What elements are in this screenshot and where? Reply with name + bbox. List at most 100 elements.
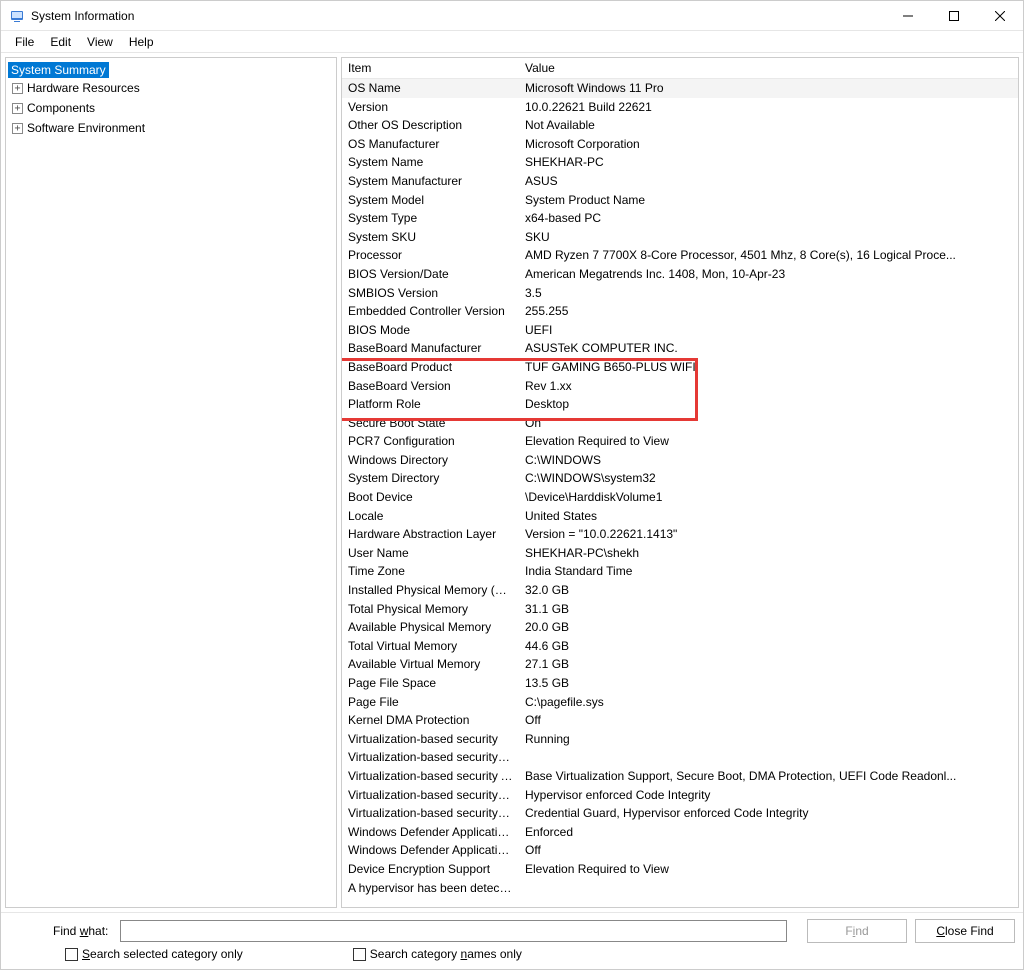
details-row[interactable]: Virtualization-based security Re... — [342, 748, 1018, 767]
tree-root-system-summary[interactable]: System Summary — [8, 62, 109, 78]
find-button[interactable]: Find — [807, 919, 907, 943]
tree-item-software-environment[interactable]: + Software Environment — [8, 118, 334, 138]
expander-icon[interactable]: + — [12, 123, 23, 134]
details-row[interactable]: Virtualization-based securityRunning — [342, 730, 1018, 749]
close-button[interactable] — [977, 1, 1023, 31]
details-row[interactable]: Device Encryption SupportElevation Requi… — [342, 860, 1018, 879]
details-row[interactable]: Embedded Controller Version255.255 — [342, 302, 1018, 321]
cell-value: \Device\HarddiskVolume1 — [519, 488, 1018, 507]
details-row[interactable]: ProcessorAMD Ryzen 7 7700X 8-Core Proces… — [342, 246, 1018, 265]
details-row[interactable]: System ManufacturerASUS — [342, 172, 1018, 191]
menu-file[interactable]: File — [7, 33, 42, 51]
cell-value: SHEKHAR-PC\shekh — [519, 544, 1018, 563]
details-row[interactable]: LocaleUnited States — [342, 507, 1018, 526]
cell-value: Elevation Required to View — [519, 860, 1018, 879]
details-row[interactable]: OS NameMicrosoft Windows 11 Pro — [342, 79, 1018, 98]
details-row[interactable]: Available Physical Memory20.0 GB — [342, 618, 1018, 637]
details-row[interactable]: Kernel DMA ProtectionOff — [342, 711, 1018, 730]
details-row[interactable]: BIOS Version/DateAmerican Megatrends Inc… — [342, 265, 1018, 284]
cell-value: 10.0.22621 Build 22621 — [519, 98, 1018, 117]
cell-item: Available Physical Memory — [342, 618, 519, 637]
cell-value: 3.5 — [519, 284, 1018, 303]
details-row[interactable]: OS ManufacturerMicrosoft Corporation — [342, 135, 1018, 154]
column-header-item[interactable]: Item — [342, 58, 519, 78]
details-row[interactable]: System ModelSystem Product Name — [342, 191, 1018, 210]
cell-item: Windows Defender Application... — [342, 841, 519, 860]
details-row[interactable]: Total Virtual Memory44.6 GB — [342, 637, 1018, 656]
cell-value: India Standard Time — [519, 562, 1018, 581]
details-row[interactable]: System DirectoryC:\WINDOWS\system32 — [342, 469, 1018, 488]
details-row[interactable]: A hypervisor has been detecte... — [342, 879, 1018, 898]
find-bar: Find what: Find Close Find Search select… — [1, 912, 1023, 969]
details-row[interactable]: Time ZoneIndia Standard Time — [342, 562, 1018, 581]
tree-item-hardware-resources[interactable]: + Hardware Resources — [8, 78, 334, 98]
details-row[interactable]: Platform RoleDesktop — [342, 395, 1018, 414]
cell-value: Credential Guard, Hypervisor enforced Co… — [519, 804, 1018, 823]
cell-value — [519, 879, 1018, 898]
details-row[interactable]: Page FileC:\pagefile.sys — [342, 693, 1018, 712]
details-row[interactable]: Windows Defender Application...Enforced — [342, 823, 1018, 842]
cell-item: Total Virtual Memory — [342, 637, 519, 656]
details-row[interactable]: Boot Device\Device\HarddiskVolume1 — [342, 488, 1018, 507]
checkbox-icon[interactable] — [65, 948, 78, 961]
details-pane: Item Value OS NameMicrosoft Windows 11 P… — [341, 57, 1019, 908]
cell-item: Version — [342, 98, 519, 117]
cell-item: Processor — [342, 246, 519, 265]
details-row[interactable]: Windows Defender Application...Off — [342, 841, 1018, 860]
details-row[interactable]: Virtualization-based security Av...Base … — [342, 767, 1018, 786]
cell-item: Windows Defender Application... — [342, 823, 519, 842]
cell-item: System Manufacturer — [342, 172, 519, 191]
details-row[interactable]: Windows DirectoryC:\WINDOWS — [342, 451, 1018, 470]
details-row[interactable]: System NameSHEKHAR-PC — [342, 153, 1018, 172]
cell-value: Off — [519, 841, 1018, 860]
details-row[interactable]: PCR7 ConfigurationElevation Required to … — [342, 432, 1018, 451]
cell-item: System Directory — [342, 469, 519, 488]
details-row[interactable]: Hardware Abstraction LayerVersion = "10.… — [342, 525, 1018, 544]
details-row[interactable]: Other OS DescriptionNot Available — [342, 116, 1018, 135]
cell-value: 13.5 GB — [519, 674, 1018, 693]
tree-item-label: Hardware Resources — [27, 79, 140, 97]
cell-value: American Megatrends Inc. 1408, Mon, 10-A… — [519, 265, 1018, 284]
minimize-button[interactable] — [885, 1, 931, 31]
expander-icon[interactable]: + — [12, 83, 23, 94]
category-tree-pane: System Summary + Hardware Resources + Co… — [5, 57, 337, 908]
details-row[interactable]: SMBIOS Version3.5 — [342, 284, 1018, 303]
details-row[interactable]: BIOS ModeUEFI — [342, 321, 1018, 340]
details-row[interactable]: Virtualization-based security Se...Crede… — [342, 804, 1018, 823]
checkbox-icon[interactable] — [353, 948, 366, 961]
cell-value: ASUS — [519, 172, 1018, 191]
cell-value: Not Available — [519, 116, 1018, 135]
column-header-value[interactable]: Value — [519, 58, 1018, 78]
cell-value: SHEKHAR-PC — [519, 153, 1018, 172]
details-row[interactable]: Available Virtual Memory27.1 GB — [342, 655, 1018, 674]
menu-help[interactable]: Help — [121, 33, 162, 51]
tree-item-components[interactable]: + Components — [8, 98, 334, 118]
close-find-button[interactable]: Close Find — [915, 919, 1015, 943]
menu-edit[interactable]: Edit — [42, 33, 79, 51]
cell-item: OS Name — [342, 79, 519, 98]
details-row[interactable]: Version10.0.22621 Build 22621 — [342, 98, 1018, 117]
expander-icon[interactable]: + — [12, 103, 23, 114]
cell-item: Other OS Description — [342, 116, 519, 135]
details-row[interactable]: Installed Physical Memory (RAM)32.0 GB — [342, 581, 1018, 600]
details-row[interactable]: BaseBoard ManufacturerASUSTeK COMPUTER I… — [342, 339, 1018, 358]
details-row[interactable]: User NameSHEKHAR-PC\shekh — [342, 544, 1018, 563]
menu-view[interactable]: View — [79, 33, 121, 51]
details-row[interactable]: Virtualization-based security Se...Hyper… — [342, 786, 1018, 805]
cell-value: Rev 1.xx — [519, 377, 1018, 396]
details-row[interactable]: BaseBoard ProductTUF GAMING B650-PLUS WI… — [342, 358, 1018, 377]
cell-value: Microsoft Windows 11 Pro — [519, 79, 1018, 98]
search-selected-category-checkbox[interactable]: Search selected category only — [65, 947, 243, 961]
details-row[interactable]: System SKUSKU — [342, 228, 1018, 247]
maximize-button[interactable] — [931, 1, 977, 31]
system-information-window: System Information File Edit View Help S… — [0, 0, 1024, 970]
details-row[interactable]: System Typex64-based PC — [342, 209, 1018, 228]
find-what-input[interactable] — [120, 920, 787, 942]
details-row[interactable]: Total Physical Memory31.1 GB — [342, 600, 1018, 619]
details-row[interactable]: BaseBoard VersionRev 1.xx — [342, 377, 1018, 396]
cell-item: Virtualization-based security Av... — [342, 767, 519, 786]
details-row[interactable]: Secure Boot StateOn — [342, 414, 1018, 433]
cell-value: 27.1 GB — [519, 655, 1018, 674]
details-row[interactable]: Page File Space13.5 GB — [342, 674, 1018, 693]
search-category-names-checkbox[interactable]: Search category names only — [353, 947, 522, 961]
